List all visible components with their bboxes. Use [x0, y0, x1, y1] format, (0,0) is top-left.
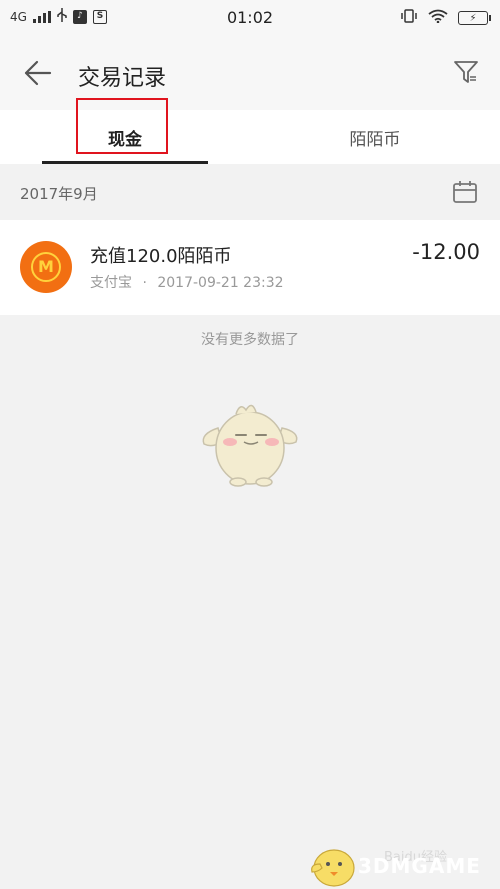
- transaction-meta: 支付宝 · 2017-09-21 23:32: [90, 272, 284, 292]
- page-title: 交易记录: [78, 66, 167, 91]
- calendar-icon[interactable]: [452, 180, 478, 204]
- transaction-separator: ·: [142, 275, 147, 291]
- watermark-mascot-icon: [311, 849, 355, 887]
- nav-bar: 交易记录: [0, 36, 500, 110]
- tab-bar: 现金 陌陌币: [0, 110, 500, 164]
- transaction-method: 支付宝: [90, 275, 132, 291]
- momo-coin-icon: M: [20, 241, 72, 293]
- transaction-row[interactable]: M 充值120.0陌陌币 支付宝 · 2017-09-21 23:32 -12.…: [0, 220, 500, 315]
- vibrate-icon: [400, 9, 418, 27]
- transaction-amount: -12.00: [412, 240, 480, 264]
- transaction-title: 充值120.0陌陌币: [90, 246, 232, 267]
- annotation-highlight-box: [76, 98, 168, 154]
- wifi-icon: [428, 9, 448, 27]
- filter-icon[interactable]: [452, 58, 480, 86]
- month-header: 2017年9月: [0, 164, 500, 220]
- watermark-text: 3DMGAME: [358, 854, 481, 878]
- month-label: 2017年9月: [20, 185, 98, 203]
- battery-charging-icon: ⚡: [458, 11, 491, 25]
- status-right: ⚡: [400, 9, 491, 27]
- back-arrow-icon[interactable]: [22, 58, 54, 88]
- watermark: Baidu经验 3DMGAME: [300, 840, 500, 889]
- mascot-illustration: [196, 398, 304, 490]
- tab-momo-coin[interactable]: 陌陌币: [292, 110, 458, 164]
- status-bar: 4G ♪ S 01:02 ⚡: [0, 0, 500, 36]
- transaction-datetime: 2017-09-21 23:32: [157, 275, 284, 291]
- no-more-data-text: 没有更多数据了: [201, 332, 299, 348]
